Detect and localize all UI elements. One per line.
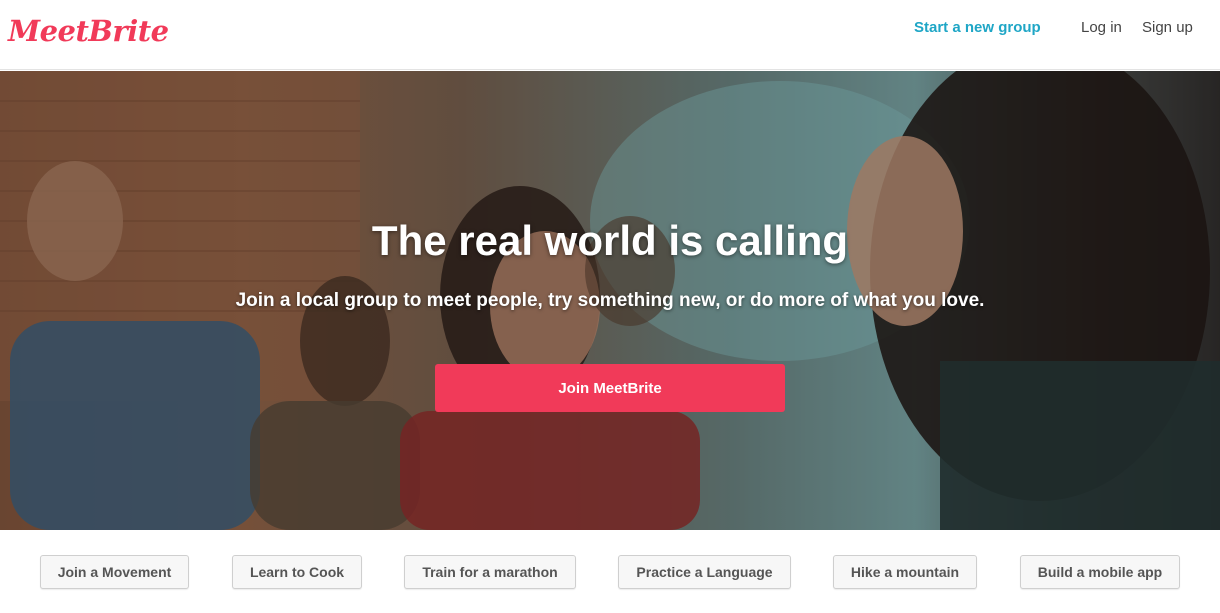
chip-practice-a-language[interactable]: Practice a Language bbox=[618, 555, 791, 589]
hero-subtitle: Join a local group to meet people, try s… bbox=[235, 290, 985, 311]
hero-title: The real world is calling bbox=[371, 217, 849, 264]
meetbrite-logo[interactable]: MeetBrite bbox=[8, 14, 169, 48]
chip-hike-a-mountain[interactable]: Hike a mountain bbox=[833, 555, 977, 589]
log-in-link[interactable]: Log in bbox=[1081, 19, 1122, 36]
hero-banner: The real world is calling Join a local g… bbox=[0, 71, 1220, 530]
chip-train-for-a-marathon[interactable]: Train for a marathon bbox=[404, 555, 576, 589]
sign-up-link[interactable]: Sign up bbox=[1142, 19, 1193, 36]
interest-chips-row: Join a Movement Learn to Cook Train for … bbox=[0, 530, 1220, 613]
chip-build-a-mobile-app[interactable]: Build a mobile app bbox=[1020, 555, 1180, 589]
chip-join-a-movement[interactable]: Join a Movement bbox=[40, 555, 189, 589]
chip-learn-to-cook[interactable]: Learn to Cook bbox=[232, 555, 362, 589]
top-navigation-bar: MeetBrite Start a new group Log in Sign … bbox=[0, 0, 1220, 70]
start-new-group-link[interactable]: Start a new group bbox=[914, 19, 1041, 36]
join-meetbrite-button[interactable]: Join MeetBrite bbox=[435, 364, 785, 412]
